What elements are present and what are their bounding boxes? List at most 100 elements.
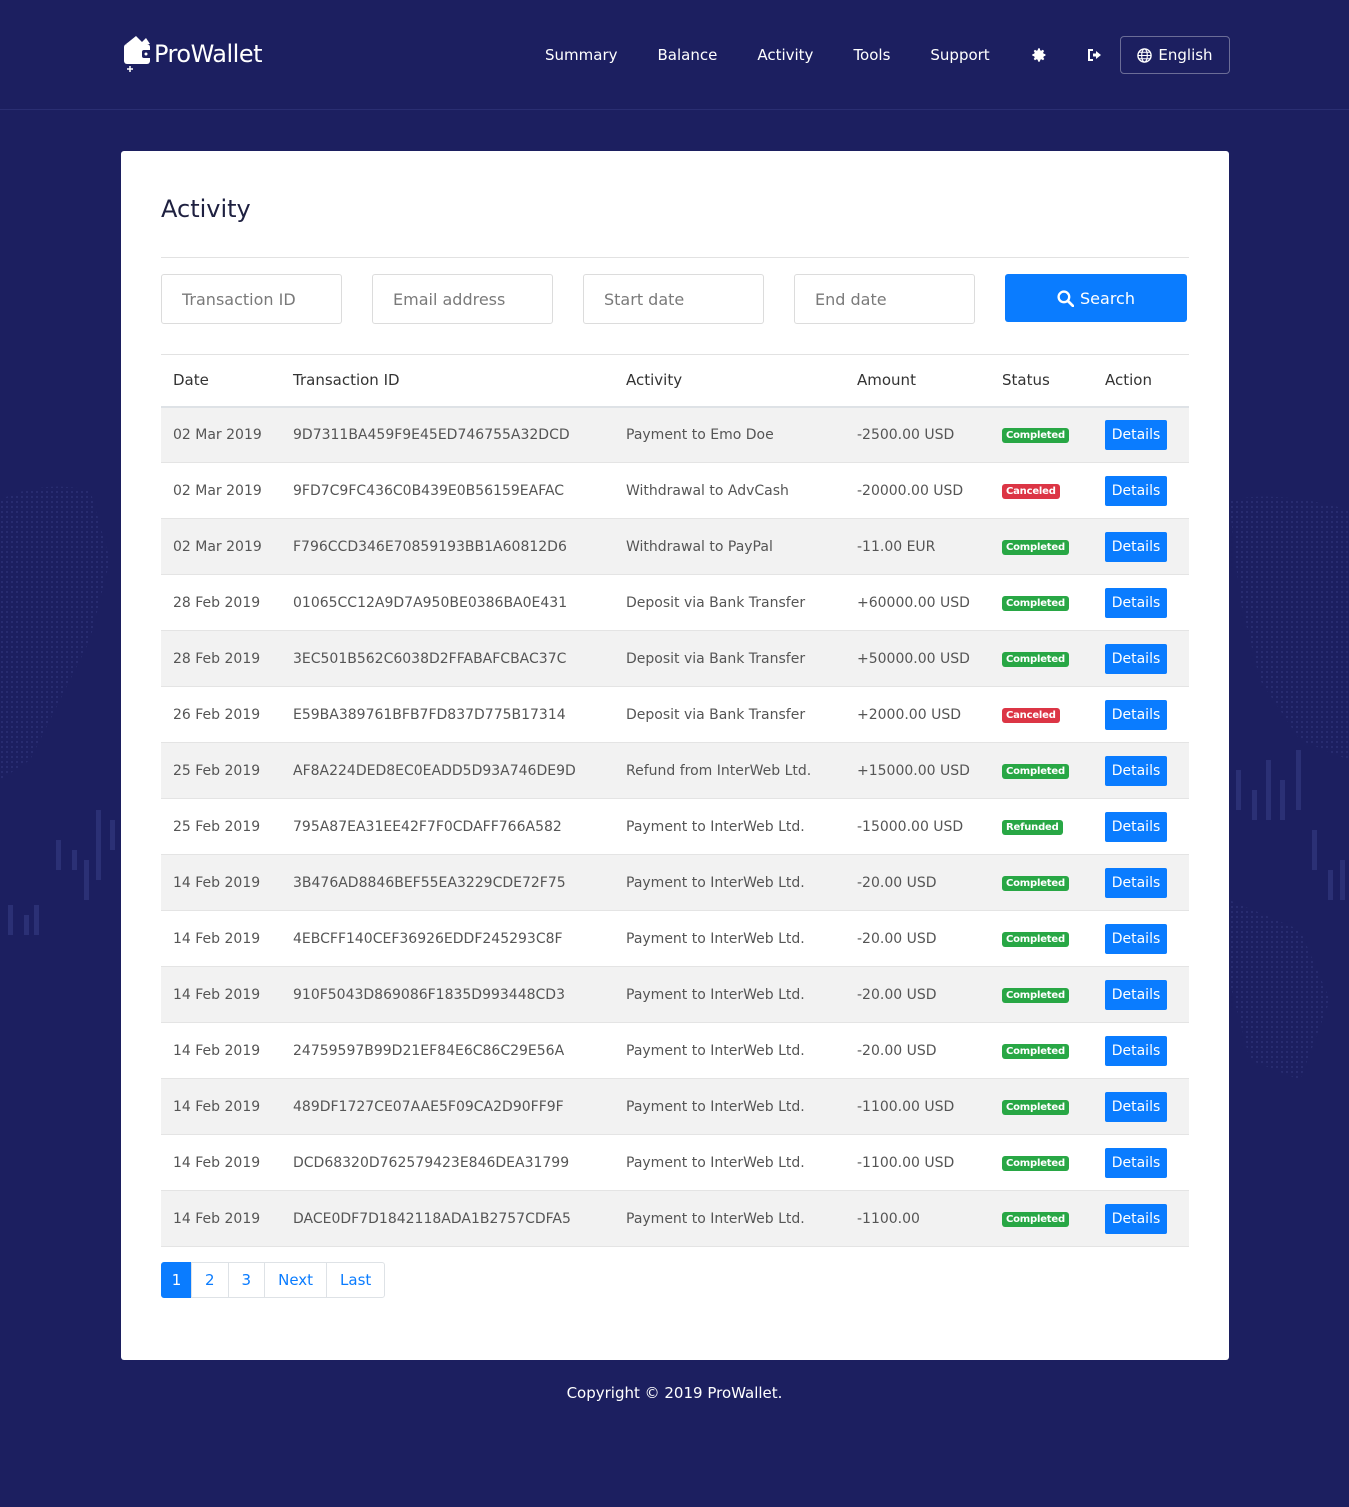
cell-date: 28 Feb 2019 xyxy=(173,650,261,667)
cell-activity: Refund from InterWeb Ltd. xyxy=(626,762,812,779)
title-divider xyxy=(161,257,1189,258)
cell-activity: Payment to InterWeb Ltd. xyxy=(626,1042,805,1059)
details-button[interactable]: Details xyxy=(1105,867,1167,898)
details-button[interactable]: Details xyxy=(1105,699,1167,730)
page-1-link[interactable]: 1 xyxy=(161,1262,192,1298)
transaction-id-input[interactable] xyxy=(161,274,342,324)
cell-status: Completed xyxy=(990,1079,1093,1135)
cell-amount: -20.00 USD xyxy=(857,930,937,947)
language-selector[interactable]: English xyxy=(1120,36,1230,74)
cell-date: 14 Feb 2019 xyxy=(173,874,261,891)
cell-transaction-id: AF8A224DED8EC0EADD5D93A746DE9D xyxy=(293,762,576,779)
cell-date: 14 Feb 2019 xyxy=(173,1042,261,1059)
table-row: 02 Mar 2019 F796CCD346E70859193BB1A60812D… xyxy=(161,518,1189,575)
gear-icon[interactable] xyxy=(1030,46,1048,64)
sign-out-icon[interactable] xyxy=(1086,46,1104,64)
cell-action: Details xyxy=(1093,967,1189,1023)
cell-transaction-id: DCD68320D762579423E846DEA31799 xyxy=(293,1154,570,1171)
brand-logo[interactable]: ProWallet xyxy=(122,34,263,74)
cell-transaction-id: 24759597B99D21EF84E6C86C29E56A xyxy=(293,1042,565,1059)
page-title: Activity xyxy=(161,195,251,223)
cell-status: Canceled xyxy=(990,687,1093,743)
cell-action: Details xyxy=(1093,855,1189,911)
details-button[interactable]: Details xyxy=(1105,1203,1167,1234)
cell-amount: -15000.00 USD xyxy=(857,818,964,835)
table-row: 14 Feb 2019 DACE0DF7D1842118ADA1B2757CDFA… xyxy=(161,1190,1189,1247)
search-button[interactable]: Search xyxy=(1005,274,1187,322)
cell-transaction-id: 9FD7C9FC436C0B439E0B56159EAFAC xyxy=(293,482,565,499)
cell-amount: -1100.00 xyxy=(857,1210,920,1227)
main-nav: Summary Balance Activity Tools Support xyxy=(545,36,1142,74)
header-activity[interactable]: Activity xyxy=(614,355,845,407)
status-badge: Completed xyxy=(1002,1156,1069,1171)
cell-activity: Deposit via Bank Transfer xyxy=(626,706,806,723)
details-button[interactable]: Details xyxy=(1105,1147,1167,1178)
table-row: 14 Feb 2019 24759597B99D21EF84E6C86C29E56… xyxy=(161,1023,1189,1079)
nav-support[interactable]: Support xyxy=(930,46,989,64)
cell-transaction-id: E59BA389761BFB7FD837D775B17314 xyxy=(293,706,566,723)
status-badge: Canceled xyxy=(1002,484,1060,499)
nav-summary[interactable]: Summary xyxy=(545,46,618,64)
cell-date: 25 Feb 2019 xyxy=(173,762,261,779)
nav-activity[interactable]: Activity xyxy=(757,46,813,64)
header-date[interactable]: Date xyxy=(161,355,281,407)
nav-tools[interactable]: Tools xyxy=(853,46,890,64)
language-label: English xyxy=(1158,46,1213,64)
details-button[interactable]: Details xyxy=(1105,1035,1167,1066)
table-row: 25 Feb 2019 795A87EA31EE42F7F0CDAFF766A58… xyxy=(161,799,1189,855)
details-button[interactable]: Details xyxy=(1105,419,1167,450)
details-button[interactable]: Details xyxy=(1105,755,1167,786)
cell-date: 14 Feb 2019 xyxy=(173,930,261,947)
page-2-link[interactable]: 2 xyxy=(191,1262,229,1298)
header-amount[interactable]: Amount xyxy=(845,355,990,407)
status-badge: Completed xyxy=(1002,540,1069,555)
search-icon xyxy=(1057,289,1075,307)
cell-action: Details xyxy=(1093,631,1189,687)
cell-status: Completed xyxy=(990,911,1093,967)
header-action: Action xyxy=(1105,371,1152,390)
cell-activity: Withdrawal to AdvCash xyxy=(626,482,789,499)
cell-activity: Payment to Emo Doe xyxy=(626,426,774,443)
details-button[interactable]: Details xyxy=(1105,811,1167,842)
cell-activity: Payment to InterWeb Ltd. xyxy=(626,818,805,835)
cell-amount: -20.00 USD xyxy=(857,1042,937,1059)
details-button[interactable]: Details xyxy=(1105,643,1167,674)
cell-date: 28 Feb 2019 xyxy=(173,594,261,611)
status-badge: Completed xyxy=(1002,876,1069,891)
table-row: 14 Feb 2019 910F5043D869086F1835D993448CD… xyxy=(161,966,1189,1023)
cell-action: Details xyxy=(1093,743,1189,799)
next-page-link[interactable]: Next xyxy=(264,1262,328,1298)
page-3-link[interactable]: 3 xyxy=(227,1262,266,1298)
table-header-row: Date Transaction ID Activity Amount Stat… xyxy=(161,354,1189,407)
cell-action: Details xyxy=(1093,1191,1189,1247)
cell-action: Details xyxy=(1093,463,1189,519)
cell-status: Completed xyxy=(990,1135,1093,1191)
wallet-icon xyxy=(124,36,152,72)
pagination: 1 2 3 Next Last xyxy=(161,1262,386,1298)
status-badge: Completed xyxy=(1002,652,1069,667)
cell-transaction-id: 795A87EA31EE42F7F0CDAFF766A582 xyxy=(293,818,562,835)
start-date-input[interactable] xyxy=(583,274,764,324)
nav-balance[interactable]: Balance xyxy=(658,46,718,64)
details-button[interactable]: Details xyxy=(1105,979,1167,1010)
cell-status: Completed xyxy=(990,575,1093,631)
email-input[interactable] xyxy=(372,274,553,324)
details-button[interactable]: Details xyxy=(1105,475,1167,506)
status-badge: Canceled xyxy=(1002,708,1060,723)
header-status[interactable]: Status xyxy=(990,355,1093,407)
cell-date: 02 Mar 2019 xyxy=(173,482,262,499)
cell-transaction-id: F796CCD346E70859193BB1A60812D6 xyxy=(293,538,567,555)
cell-amount: -20000.00 USD xyxy=(857,482,964,499)
details-button[interactable]: Details xyxy=(1105,923,1167,954)
details-button[interactable]: Details xyxy=(1105,1091,1167,1122)
cell-activity: Payment to InterWeb Ltd. xyxy=(626,874,805,891)
cell-date: 14 Feb 2019 xyxy=(173,1210,261,1227)
table-row: 02 Mar 2019 9FD7C9FC436C0B439E0B56159EAFA… xyxy=(161,463,1189,519)
header-transaction-id[interactable]: Transaction ID xyxy=(281,355,614,407)
last-page-link[interactable]: Last xyxy=(326,1262,386,1298)
details-button[interactable]: Details xyxy=(1105,531,1167,562)
details-button[interactable]: Details xyxy=(1105,587,1167,618)
footer-copyright: Copyright © 2019 ProWallet. xyxy=(566,1384,783,1402)
end-date-input[interactable] xyxy=(794,274,975,324)
cell-amount: +15000.00 USD xyxy=(857,762,970,779)
